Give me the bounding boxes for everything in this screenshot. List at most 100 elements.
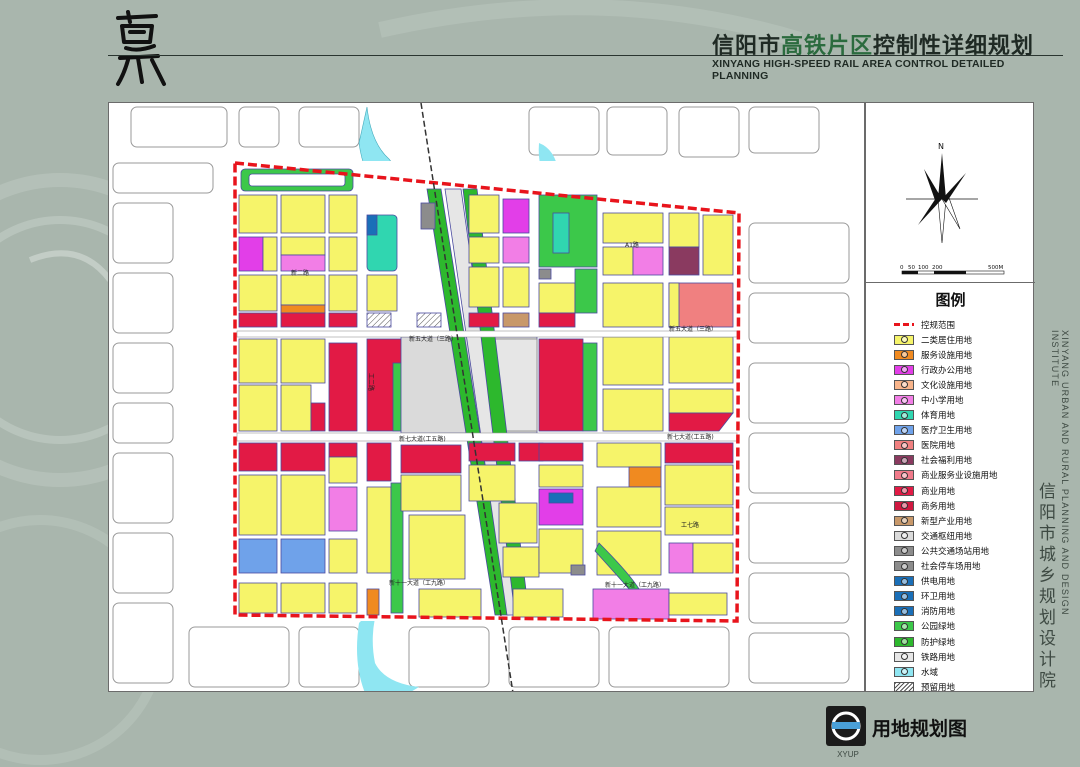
legend-item: 服务设施用地 — [894, 347, 1034, 362]
legend-item: 商业用地 — [894, 483, 1034, 498]
legend-swatch — [894, 666, 914, 677]
legend-label: 新型产业用地 — [921, 516, 973, 527]
legend-swatch — [894, 323, 914, 327]
legend-item: 新型产业用地 — [894, 513, 1034, 528]
logo-caption: XYUP — [837, 750, 859, 759]
legend-item: 消防用地 — [894, 604, 1034, 619]
legend-swatch — [894, 364, 914, 375]
legend-swatch — [894, 545, 914, 556]
road-label: 工二路 — [367, 373, 375, 391]
legend-swatch — [894, 440, 914, 451]
road-label: 新五大道（三路） — [409, 335, 457, 343]
legend-swatch — [894, 681, 914, 692]
legend-item: 医疗卫生用地 — [894, 423, 1034, 438]
legend-label: 文化设施用地 — [921, 380, 973, 391]
scale-label: 0 — [900, 265, 904, 271]
legend-label: 防护绿地 — [921, 637, 956, 648]
legend-list: 控规范围二类居住用地 服务设施用地 行政办公用地 文化设施用地 中小学用地体育用地医疗卫… — [894, 317, 1034, 694]
legend-item: 行政办公用地 — [894, 362, 1034, 377]
legend-label: 服务设施用地 — [921, 350, 973, 361]
land-use-map[interactable]: 新五大道（三路） 新五大道（三路） 新七大道(工五路) 新七大道(工五路) 新十… — [108, 102, 865, 692]
legend-item: 交通枢纽用地 — [894, 528, 1034, 543]
legend-label: 交通枢纽用地 — [921, 531, 973, 542]
legend-swatch — [894, 576, 914, 587]
legend-label: 体育用地 — [921, 411, 956, 422]
legend-label: 二类居住用地 — [921, 335, 973, 346]
legend-swatch — [894, 455, 914, 466]
legend-item: 公共交通场站用地 — [894, 543, 1034, 558]
legend-label: 商业服务业设施用地 — [921, 471, 998, 482]
scale-label: 500M — [988, 265, 1003, 271]
compass-panel: N 0 50 100 200 500M — [866, 103, 1035, 283]
legend-item: 二类居住用地 — [894, 332, 1034, 347]
institute-logo — [826, 706, 866, 746]
road-label: 新十一大道（工九路） — [605, 581, 665, 589]
legend-item: 中小学用地 — [894, 392, 1034, 407]
legend-label: 环卫用地 — [921, 592, 956, 603]
legend-swatch — [894, 530, 914, 541]
legend-swatch — [894, 395, 914, 406]
legend-label: 社会福利用地 — [921, 456, 973, 467]
legend-label: 医疗卫生用地 — [921, 426, 973, 437]
road-label: A1路 — [625, 241, 639, 249]
institute-name-cn: 信阳市城乡规划设计院 — [1035, 482, 1055, 692]
legend-swatch — [894, 334, 914, 345]
legend-panel: N 0 50 100 200 500M 图例 控规范围二类居住用地 服务设施用地行… — [865, 102, 1035, 694]
legend-label: 消防用地 — [921, 607, 956, 618]
logo-icon — [831, 711, 861, 741]
legend-label: 商务用地 — [921, 501, 956, 512]
legend-item: 医院用地 — [894, 438, 1034, 453]
legend-label: 社会停车场用地 — [921, 562, 981, 573]
road-label: 新十一大道（工九路） — [389, 579, 449, 587]
legend-swatch — [894, 410, 914, 421]
legend-swatch — [894, 561, 914, 572]
legend-swatch — [894, 425, 914, 436]
page-subtitle: XINYANG HIGH-SPEED RAIL AREA CONTROL DET… — [712, 58, 1005, 82]
legend-label: 医院用地 — [921, 441, 956, 452]
legend-title: 图例 — [935, 291, 966, 309]
legend-item: 铁路用地 — [894, 649, 1034, 664]
road-label: 工七路 — [681, 521, 699, 529]
legend-swatch — [894, 515, 914, 526]
road-label: 新七大道(工五路) — [667, 433, 714, 441]
legend-item: 控规范围 — [894, 317, 1034, 332]
legend-label: 水域 — [921, 667, 939, 678]
scale-label: 50 — [908, 265, 915, 271]
scale-label: 100 — [918, 265, 929, 271]
legend-item: 社会福利用地 — [894, 453, 1034, 468]
legend-item: 社会停车场用地 — [894, 559, 1034, 574]
legend-item: 预留用地 — [894, 679, 1034, 694]
legend-swatch — [894, 379, 914, 390]
legend-swatch — [894, 651, 914, 662]
road-label: 新七大道(工五路) — [399, 435, 446, 443]
legend-swatch — [894, 591, 914, 602]
legend-label: 供电用地 — [921, 577, 956, 588]
legend-label: 中小学用地 — [921, 396, 964, 407]
legend-label: 控规范围 — [921, 320, 956, 331]
legend-item: 供电用地 — [894, 574, 1034, 589]
legend-swatch — [894, 636, 914, 647]
legend-swatch — [894, 606, 914, 617]
legend-item: 商业服务业设施用地 — [894, 468, 1034, 483]
legend-label: 公共交通场站用地 — [921, 546, 990, 557]
legend-label: 行政办公用地 — [921, 365, 973, 376]
legend-swatch — [894, 500, 914, 511]
legend-swatch — [894, 470, 914, 481]
road-label: 新二路 — [291, 269, 309, 277]
legend-item: 公园绿地 — [894, 619, 1034, 634]
legend-item: 防护绿地 — [894, 634, 1034, 649]
map-title: 用地规划图 — [872, 718, 968, 740]
compass-north-label: N — [938, 142, 944, 151]
legend-item: 文化设施用地 — [894, 377, 1034, 392]
calligraphy-logo — [116, 10, 166, 86]
legend-item: 环卫用地 — [894, 589, 1034, 604]
legend-label: 铁路用地 — [921, 652, 956, 663]
road-label: 新五大道（三路） — [669, 325, 717, 333]
legend-swatch — [894, 349, 914, 360]
scale-label: 200 — [932, 265, 943, 271]
legend-item: 商务用地 — [894, 498, 1034, 513]
page-title: 信阳市高铁片区控制性详细规划 — [712, 34, 1035, 59]
legend-item: 体育用地 — [894, 408, 1034, 423]
legend-swatch — [894, 621, 914, 632]
north-arrow-icon: N 0 50 100 200 500M — [900, 142, 1005, 275]
